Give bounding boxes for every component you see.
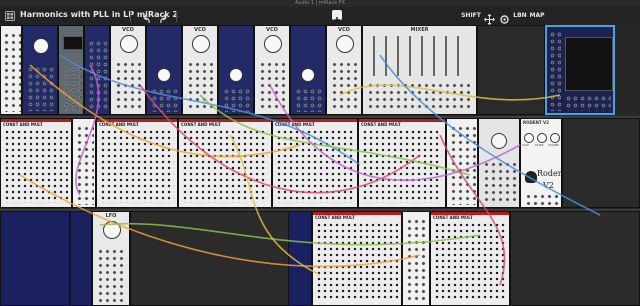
move-icon[interactable]: [484, 10, 495, 25]
toolbar-divider: [176, 11, 177, 22]
patch-cables[interactable]: [0, 25, 640, 306]
window-title: Audio 1 | miRack FX: [294, 0, 346, 6]
redo-icon[interactable]: [159, 10, 169, 24]
patch-cable[interactable]: [379, 54, 601, 216]
patch-cable[interactable]: [339, 84, 561, 101]
patch-cable[interactable]: [29, 64, 301, 158]
patch-cable[interactable]: [75, 64, 100, 196]
settings-icon-glyph: [500, 15, 509, 24]
patch-cable[interactable]: [139, 84, 421, 194]
redo-icon-glyph: [160, 14, 167, 24]
undo-icon[interactable]: [141, 10, 151, 24]
shift-button[interactable]: SHIFT: [460, 11, 482, 20]
grid-icon[interactable]: [5, 11, 15, 21]
map-button[interactable]: MAP: [529, 11, 545, 20]
grid-icon-glyph: [7, 13, 13, 19]
undo-icon-glyph: [143, 14, 150, 24]
patch-cable[interactable]: [19, 174, 421, 268]
settings-icon[interactable]: [499, 10, 510, 24]
patch-cable[interactable]: [59, 54, 361, 166]
lbn-button[interactable]: LBN: [512, 11, 528, 20]
rack-title[interactable]: Harmonics with PLL in LP miRack 2: [20, 10, 178, 20]
patch-cable[interactable]: [269, 84, 521, 181]
move-icon-glyph: [484, 14, 495, 25]
toolbar-divider: [130, 11, 131, 22]
add-icon-glyph: [334, 17, 340, 23]
add-icon[interactable]: [332, 10, 342, 23]
patch-cable[interactable]: [199, 94, 471, 176]
app-window: Audio 1 | miRack FX Harmonics with PLL i…: [0, 0, 640, 306]
patch-cable[interactable]: [99, 222, 481, 246]
